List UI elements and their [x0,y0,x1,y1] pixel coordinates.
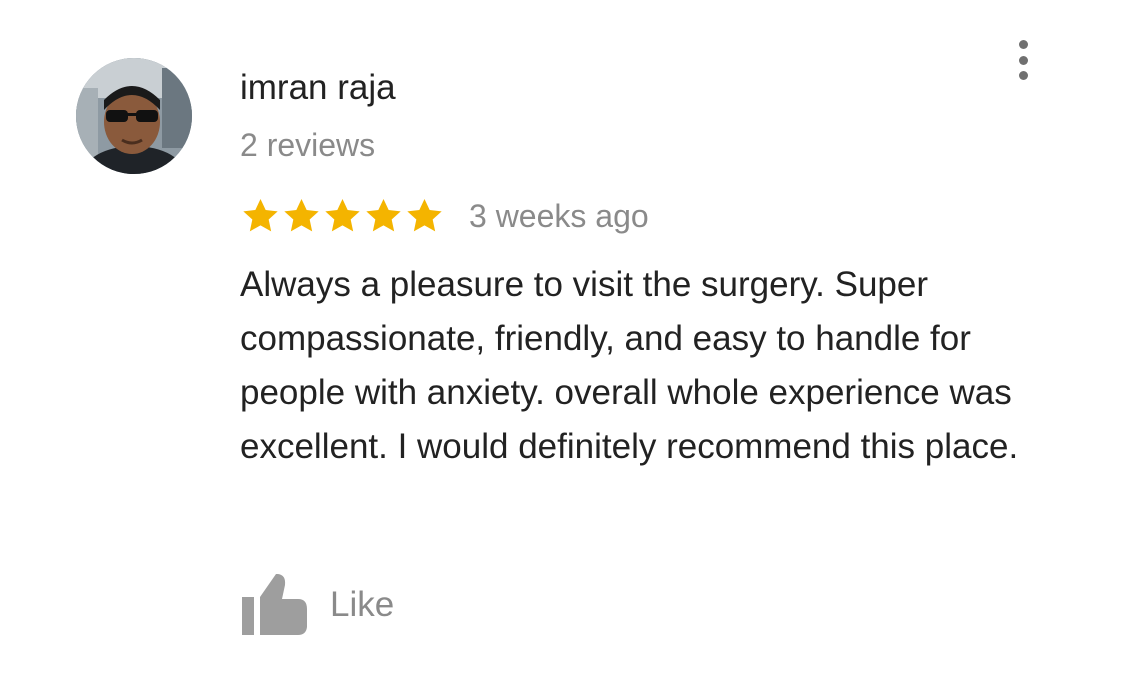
like-button[interactable]: Like [240,572,394,638]
star-rating [240,196,445,236]
author-name[interactable]: imran raja [240,66,396,110]
rating-row: 3 weeks ago [240,192,649,240]
more-vertical-icon-dot [1018,40,1028,49]
like-label: Like [330,585,395,624]
review-date: 3 weeks ago [469,198,649,234]
avatar-photo [76,58,192,174]
star-icon [243,199,278,232]
star-icon [284,199,319,232]
review-count[interactable]: 2 reviews [240,124,375,166]
more-vertical-icon-dot [1018,55,1028,65]
star-icon [325,199,360,232]
star-icon [407,199,442,232]
review-text: Always a pleasure to visit the surgery. … [240,265,1019,466]
thumbs-up-icon [242,574,307,635]
star-icon [366,199,401,232]
avatar[interactable] [76,58,192,174]
more-vertical-icon-dot [1018,71,1028,80]
more-options-button[interactable] [1008,36,1038,84]
